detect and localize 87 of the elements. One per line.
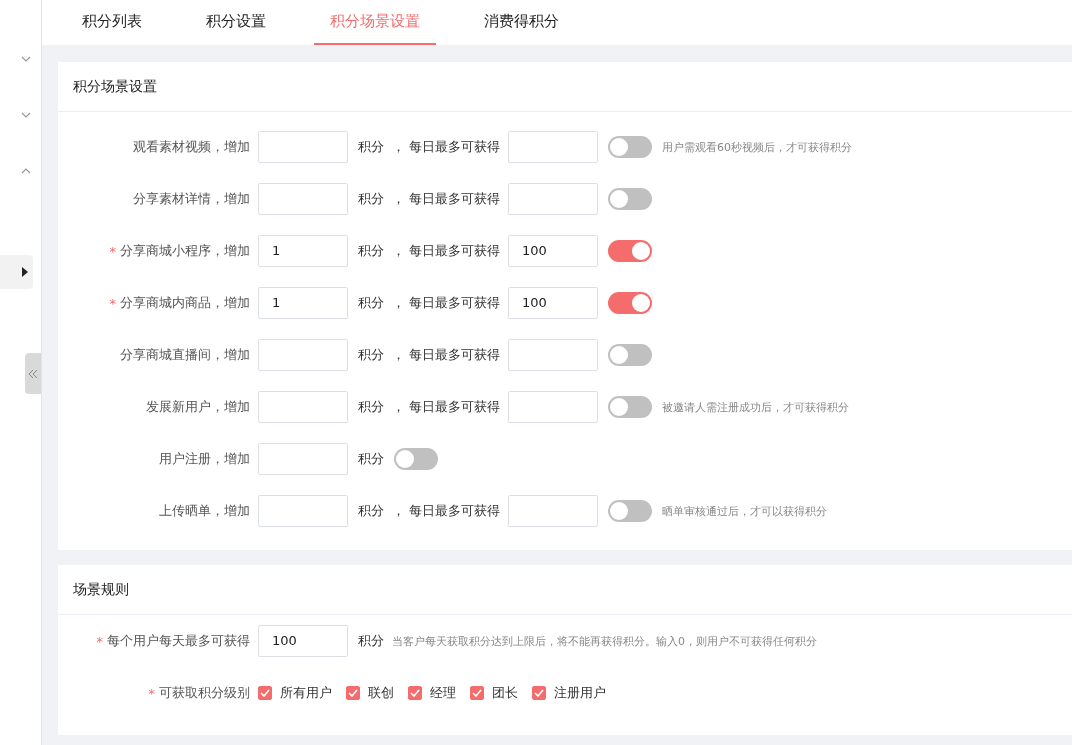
toggle-switch[interactable] <box>608 188 652 210</box>
comma: ， <box>392 138 405 156</box>
field-label: 分享商城直播间，增加 <box>120 346 250 364</box>
unit-label: 积分 <box>358 294 384 312</box>
comma: ， <box>392 502 405 520</box>
checkbox[interactable] <box>346 686 360 700</box>
unit-label: 积分 <box>358 346 384 364</box>
checkbox[interactable] <box>532 686 546 700</box>
double-chevron-left-icon <box>28 368 38 379</box>
field-label: 分享素材详情，增加 <box>133 190 250 208</box>
field-label: 每日最多可获得 <box>409 346 500 364</box>
field-label: 每日最多可获得 <box>409 398 500 416</box>
collapse-button[interactable] <box>25 353 41 394</box>
unit-label: 积分 <box>358 450 384 468</box>
field-label: 用户注册，增加 <box>159 450 250 468</box>
hint-text: 晒单审核通过后，才可以获得积分 <box>662 503 827 519</box>
hint-text: 用户需观看60秒视频后，才可获得积分 <box>662 139 852 155</box>
chevron-down-icon[interactable] <box>21 56 31 62</box>
checkbox[interactable] <box>258 686 272 700</box>
input-field[interactable]: 100 <box>508 287 598 319</box>
toggle-switch[interactable] <box>608 240 652 262</box>
input-field[interactable] <box>258 131 348 163</box>
unit-label: 积分 <box>358 190 384 208</box>
field-label: 每日最多可获得 <box>409 294 500 312</box>
toggle-switch[interactable] <box>608 500 652 522</box>
toggle-switch[interactable] <box>608 396 652 418</box>
input-field[interactable] <box>508 183 598 215</box>
input-field[interactable]: 100 <box>508 235 598 267</box>
field-label: 每日最多可获得 <box>409 242 500 260</box>
toggle-switch[interactable] <box>608 292 652 314</box>
field-label: 分享商城内商品，增加 <box>120 294 250 312</box>
field-label: 可获取积分级别 <box>159 684 250 702</box>
input-field[interactable] <box>258 391 348 423</box>
input-field[interactable]: 1 <box>258 235 348 267</box>
checkbox-label: 联创 <box>368 684 394 702</box>
unit-label: 积分 <box>358 632 384 650</box>
unit-label: 积分 <box>358 242 384 260</box>
field-label: 分享商城小程序，增加 <box>120 242 250 260</box>
hint-text: 被邀请人需注册成功后，才可获得积分 <box>662 399 849 415</box>
unit-label: 积分 <box>358 138 384 156</box>
unit-label: 积分 <box>358 398 384 416</box>
card-title: 场景规则 <box>73 580 129 599</box>
checkbox-label: 团长 <box>492 684 518 702</box>
checkbox[interactable] <box>408 686 422 700</box>
field-label: 每日最多可获得 <box>409 138 500 156</box>
input-field[interactable] <box>508 339 598 371</box>
field-label: 上传晒单，增加 <box>159 502 250 520</box>
tab[interactable]: 积分列表 <box>66 0 158 45</box>
field-label: 发展新用户，增加 <box>146 398 250 416</box>
input-field[interactable] <box>508 131 598 163</box>
toggle-switch[interactable] <box>608 344 652 366</box>
chevron-up-icon[interactable] <box>21 168 31 174</box>
input-field[interactable] <box>258 183 348 215</box>
field-label: 每日最多可获得 <box>409 190 500 208</box>
field-label: 观看素材视频，增加 <box>133 138 250 156</box>
unit-label: 积分 <box>358 502 384 520</box>
input-field[interactable] <box>508 391 598 423</box>
triangle-right-icon <box>22 267 28 277</box>
input-field[interactable]: 100 <box>258 625 348 657</box>
tab[interactable]: 消费得积分 <box>468 0 575 45</box>
tab[interactable]: 积分设置 <box>190 0 282 45</box>
comma: ， <box>392 242 405 260</box>
comma: ， <box>392 346 405 364</box>
input-field[interactable]: 1 <box>258 287 348 319</box>
required-mark: * <box>109 243 116 259</box>
checkbox-label: 经理 <box>430 684 456 702</box>
input-field[interactable] <box>258 339 348 371</box>
input-field[interactable] <box>258 443 348 475</box>
field-label: 每个用户每天最多可获得 <box>107 632 250 650</box>
field-label: 每日最多可获得 <box>409 502 500 520</box>
checkbox-label: 注册用户 <box>554 684 606 702</box>
checkbox[interactable] <box>470 686 484 700</box>
input-field[interactable] <box>258 495 348 527</box>
required-mark: * <box>109 295 116 311</box>
required-mark: * <box>96 633 103 649</box>
toggle-switch[interactable] <box>608 136 652 158</box>
sidebar-item[interactable] <box>0 255 33 289</box>
checkbox-label: 所有用户 <box>280 684 332 702</box>
input-field[interactable] <box>508 495 598 527</box>
chevron-down-icon[interactable] <box>21 112 31 118</box>
comma: ， <box>392 398 405 416</box>
comma: ， <box>392 294 405 312</box>
card-title: 积分场景设置 <box>73 77 157 96</box>
required-mark: * <box>148 685 155 701</box>
hint-text: 当客户每天获取积分达到上限后，将不能再获得积分。输入0，则用户不可获得任何积分 <box>392 633 817 649</box>
comma: ， <box>392 190 405 208</box>
toggle-switch[interactable] <box>394 448 438 470</box>
